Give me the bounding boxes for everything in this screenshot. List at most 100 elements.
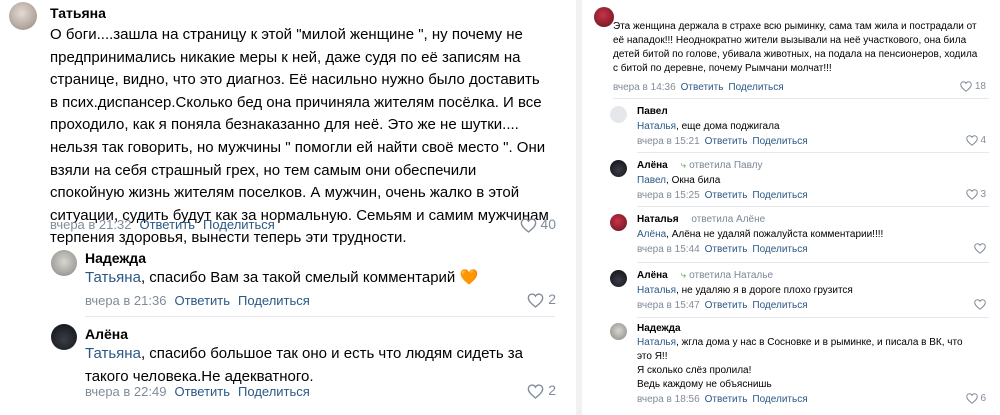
like-button[interactable] [974, 299, 986, 310]
orange-heart-emoji: 🧡 [459, 269, 479, 286]
avatar[interactable] [594, 7, 614, 27]
comment-footer: вчера в 15:44 Ответить Поделиться [637, 244, 808, 255]
avatar[interactable] [610, 270, 627, 287]
heart-icon [960, 81, 972, 92]
share-button[interactable]: Поделиться [203, 217, 275, 232]
reply-arrow-icon: ⤷ [680, 160, 687, 171]
share-button[interactable]: Поделиться [752, 394, 807, 405]
addressee-link[interactable]: Алёна [637, 229, 666, 240]
like-button[interactable]: 2 [527, 291, 556, 308]
reply-arrow-icon: ⤷ [680, 270, 687, 281]
comment-author[interactable]: Надежда [85, 250, 146, 266]
divider [637, 262, 989, 263]
avatar[interactable] [51, 250, 77, 276]
like-button[interactable]: 6 [965, 393, 986, 404]
comment-text: , не удаляю я в дороге плохо грузится [676, 285, 853, 296]
comment-author[interactable]: Татьяна [50, 5, 106, 21]
comment-time[interactable]: вчера в 15:21 [637, 136, 700, 147]
like-button[interactable]: 18 [960, 81, 986, 92]
like-button[interactable]: 40 [520, 216, 556, 233]
share-button[interactable]: Поделиться [752, 300, 807, 311]
author-link[interactable]: Алёна [637, 160, 668, 171]
comment-time[interactable]: вчера в 22:49 [85, 384, 166, 399]
comment-footer: вчера в 21:36 Ответить Поделиться [85, 293, 310, 308]
comment-text: , спасибо большое так оно и есть что люд… [85, 345, 524, 385]
right-comments-panel: Эта женщина держала в страхе всю рыминку… [594, 0, 1000, 415]
like-button[interactable] [974, 243, 986, 254]
divider [637, 317, 989, 318]
comment-alyona-1: Алёна ⤷ ответила Павлу Павел, Окна била в… [594, 155, 1000, 203]
share-button[interactable]: Поделиться [752, 136, 807, 147]
reply-button[interactable]: Ответить [705, 244, 748, 255]
comment-body: Татьяна, спасибо большое так оно и есть … [85, 343, 555, 388]
comment-time[interactable]: вчера в 21:32 [50, 217, 131, 232]
heart-icon [527, 384, 544, 399]
addressee-link[interactable]: Наталья [637, 285, 676, 296]
share-button[interactable]: Поделиться [238, 384, 310, 399]
left-comments-panel: Татьяна О боги....зашла на страницу к эт… [0, 0, 566, 415]
panel-gap [576, 0, 582, 415]
reply-note: ⤷ ответила Павлу [680, 160, 763, 171]
comment-footer: вчера в 15:21 Ответить Поделиться [637, 136, 808, 147]
addressee-link[interactable]: Татьяна [85, 269, 141, 286]
like-button[interactable]: 2 [527, 382, 556, 399]
avatar[interactable] [610, 214, 627, 231]
comment-time[interactable]: вчера в 15:44 [637, 244, 700, 255]
comment-footer: вчера в 15:47 Ответить Поделиться [637, 300, 808, 311]
comment-body: Павел, Окна била [637, 174, 977, 188]
heart-icon [974, 243, 986, 254]
reply-button[interactable]: Ответить [139, 217, 195, 232]
comment-author[interactable]: Павел [637, 106, 668, 117]
comment-time[interactable]: вчера в 15:25 [637, 190, 700, 201]
reply-button[interactable]: Ответить [705, 190, 748, 201]
author-link[interactable]: Наталья [637, 214, 679, 225]
like-button[interactable]: 4 [965, 135, 986, 146]
addressee-link[interactable]: Наталья [637, 337, 676, 348]
comment-time[interactable]: вчера в 14:36 [613, 82, 676, 93]
comment-author: Алёна ⤷ ответила Павлу [637, 160, 763, 171]
like-count: 3 [980, 189, 986, 201]
heart-icon [965, 135, 978, 146]
comment-time[interactable]: вчера в 18:56 [637, 394, 700, 405]
avatar[interactable] [610, 323, 627, 340]
comment-time[interactable]: вчера в 15:47 [637, 300, 700, 311]
reply-note: ⤷ ответила Наталье [680, 270, 774, 281]
comment-text: , Алёна не удаляй пожалуйста комментарии… [666, 229, 884, 240]
author-link[interactable]: Алёна [637, 270, 668, 281]
avatar[interactable] [9, 2, 37, 30]
comment-top: Эта женщина держала в страхе всю рыминку… [594, 0, 1000, 96]
comment-footer: вчера в 14:36 Ответить Поделиться [613, 82, 784, 93]
addressee-link[interactable]: Наталья [637, 121, 676, 132]
avatar[interactable] [610, 160, 627, 177]
share-button[interactable]: Поделиться [752, 244, 807, 255]
comment-text: , спасибо Вам за такой смелый комментари… [140, 269, 456, 286]
comment-nadezhda-right: Надежда Наталья, жгла дома у нас в Сосно… [594, 320, 1000, 415]
comment-body: Татьяна, спасибо Вам за такой смелый ком… [85, 267, 555, 290]
addressee-link[interactable]: Павел [637, 175, 666, 186]
comment-text: Эта женщина держала в страхе всю рыминку… [613, 21, 978, 74]
comment-tatyana: Татьяна О боги....зашла на страницу к эт… [0, 0, 566, 246]
reply-button[interactable]: Ответить [705, 300, 748, 311]
like-button[interactable]: 3 [965, 189, 986, 201]
share-button[interactable]: Поделиться [752, 190, 807, 201]
reply-button[interactable]: Ответить [174, 293, 230, 308]
share-button[interactable]: Поделиться [728, 82, 783, 93]
addressee-link[interactable]: Татьяна [85, 345, 141, 362]
comment-author[interactable]: Надежда [637, 323, 681, 334]
heart-icon [974, 299, 986, 310]
avatar[interactable] [610, 106, 627, 123]
reply-button[interactable]: Ответить [174, 384, 230, 399]
comment-author[interactable]: Алёна [85, 326, 128, 342]
reply-button[interactable]: Ответить [681, 82, 724, 93]
share-button[interactable]: Поделиться [238, 293, 310, 308]
reply-button[interactable]: Ответить [705, 394, 748, 405]
reply-note: ответила Алёне [691, 214, 766, 225]
comment-time[interactable]: вчера в 21:36 [85, 293, 166, 308]
avatar[interactable] [51, 324, 77, 350]
comment-author: Алёна ⤷ ответила Наталье [637, 270, 773, 281]
heart-icon [965, 393, 978, 404]
comment-alyona: Алёна Татьяна, спасибо большое так оно и… [0, 320, 566, 415]
divider [637, 206, 989, 207]
comment-text: , жгла дома у нас в Сосновке и в рыминке… [637, 337, 963, 362]
reply-button[interactable]: Ответить [705, 136, 748, 147]
